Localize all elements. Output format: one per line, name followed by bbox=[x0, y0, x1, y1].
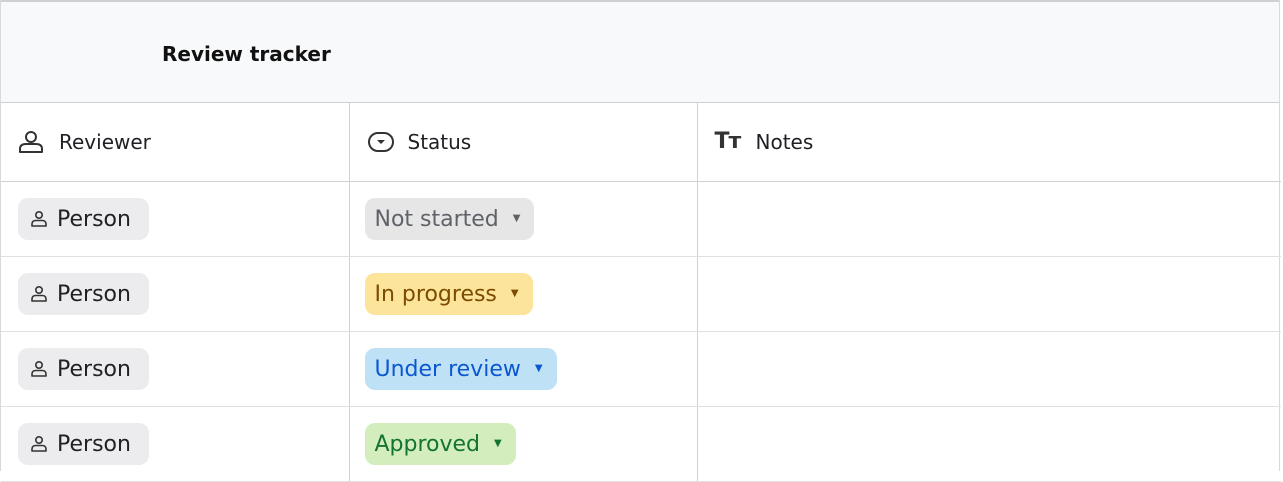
column-header-label: Reviewer bbox=[59, 130, 151, 154]
table-row: Person In progress ▼ bbox=[1, 256, 1281, 332]
chevron-down-icon: ▼ bbox=[510, 288, 519, 299]
table-title[interactable]: Review tracker bbox=[162, 42, 331, 66]
person-chip[interactable]: Person bbox=[18, 423, 149, 465]
status-cell[interactable]: Not started ▼ bbox=[349, 181, 698, 257]
person-chip[interactable]: Person bbox=[18, 198, 149, 240]
tracker-grid: Reviewer Status Tт Notes Person Not star… bbox=[1, 103, 1281, 482]
status-cell[interactable]: In progress ▼ bbox=[349, 256, 698, 332]
reviewer-cell[interactable]: Person bbox=[1, 256, 350, 332]
person-icon bbox=[30, 285, 48, 303]
status-dropdown[interactable]: In progress ▼ bbox=[364, 273, 533, 315]
column-header-reviewer[interactable]: Reviewer bbox=[1, 103, 350, 182]
notes-cell[interactable] bbox=[697, 406, 1281, 482]
person-chip-label: Person bbox=[57, 356, 131, 382]
status-cell[interactable]: Under review ▼ bbox=[349, 331, 698, 407]
status-label: In progress bbox=[374, 281, 497, 307]
person-chip-label: Person bbox=[57, 431, 131, 457]
reviewer-cell[interactable]: Person bbox=[1, 181, 350, 257]
person-icon bbox=[18, 130, 54, 154]
table-row: Person Not started ▼ bbox=[1, 181, 1281, 257]
status-cell[interactable]: Approved ▼ bbox=[349, 406, 698, 482]
reviewer-cell[interactable]: Person bbox=[1, 331, 350, 407]
status-dropdown[interactable]: Under review ▼ bbox=[364, 348, 557, 390]
dropdown-chip-icon bbox=[367, 130, 403, 154]
chevron-down-icon: ▼ bbox=[494, 438, 502, 449]
notes-cell[interactable] bbox=[697, 256, 1281, 332]
person-chip-label: Person bbox=[57, 206, 131, 232]
notes-cell[interactable] bbox=[697, 331, 1281, 407]
column-header-status[interactable]: Status bbox=[349, 103, 698, 182]
column-header-notes[interactable]: Tт Notes bbox=[697, 103, 1281, 182]
status-label: Not started bbox=[374, 206, 499, 232]
person-icon bbox=[30, 210, 48, 228]
column-header-label: Status bbox=[407, 130, 472, 154]
notes-cell[interactable] bbox=[697, 181, 1281, 257]
reviewer-cell[interactable]: Person bbox=[1, 406, 350, 482]
status-dropdown[interactable]: Not started ▼ bbox=[364, 198, 535, 240]
person-chip-label: Person bbox=[57, 281, 131, 307]
column-header-label: Notes bbox=[755, 130, 814, 154]
table-row: Person Approved ▼ bbox=[1, 406, 1281, 482]
status-dropdown[interactable]: Approved ▼ bbox=[364, 423, 516, 465]
person-icon bbox=[30, 360, 48, 378]
status-label: Approved bbox=[374, 431, 481, 457]
person-chip[interactable]: Person bbox=[18, 273, 149, 315]
text-format-icon: Tт bbox=[714, 129, 742, 154]
status-label: Under review bbox=[374, 356, 521, 382]
chevron-down-icon: ▼ bbox=[534, 363, 543, 374]
person-icon bbox=[30, 435, 48, 453]
person-chip[interactable]: Person bbox=[18, 348, 149, 390]
header-row: Reviewer Status Tт Notes bbox=[1, 103, 1281, 182]
title-bar: Review tracker bbox=[1, 0, 1279, 103]
chevron-down-icon: ▼ bbox=[512, 213, 521, 224]
review-tracker-table: Review tracker Reviewer Status Tт Notes … bbox=[0, 0, 1281, 482]
table-row: Person Under review ▼ bbox=[1, 331, 1281, 407]
